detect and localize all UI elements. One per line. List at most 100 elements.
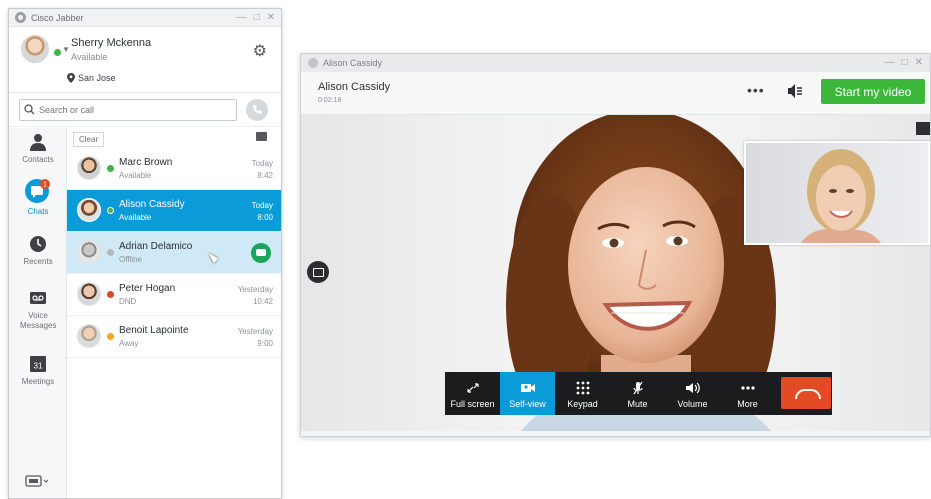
audio-device-icon[interactable] [787, 83, 803, 99]
location-label: San Jose [78, 73, 116, 83]
contact-status: DND [119, 297, 137, 306]
chats-badge: 1 [43, 182, 47, 189]
self-view-video[interactable] [744, 141, 930, 245]
chat-list: Clear Marc Brown Available Today 8:42 Ali… [67, 128, 281, 498]
call-window-title: Alison Cassidy [323, 58, 383, 68]
contact-timestamp: Yesterday 10:42 [237, 285, 273, 306]
title-bar: Cisco Jabber — □ ✕ [9, 9, 281, 27]
presence-dot [107, 333, 114, 340]
start-video-button[interactable]: Start my video [821, 79, 925, 104]
phone-icon [252, 105, 262, 114]
calendar-day: 31 [34, 362, 43, 371]
contact-timestamp: Yesterday 9:00 [237, 327, 273, 348]
app-title: Cisco Jabber [31, 12, 84, 23]
maximize-icon[interactable]: □ [254, 12, 260, 23]
full-screen-button[interactable]: Full screen [445, 372, 500, 415]
nav-recents[interactable]: Recents [9, 234, 67, 266]
more-icon [740, 386, 755, 390]
minimize-icon[interactable]: — [237, 12, 247, 23]
search-bar [9, 93, 281, 127]
contact-timestamp: Today 8:42 [251, 159, 273, 180]
nav-meetings[interactable]: 31 Meetings [9, 354, 67, 386]
volume-icon [685, 382, 700, 394]
contact-timestamp: Today 8:00 [251, 201, 273, 222]
search-box[interactable] [19, 98, 237, 121]
compose-icon[interactable] [256, 132, 267, 141]
list-item[interactable]: Marc Brown Available Today 8:42 [67, 148, 281, 190]
keypad-button[interactable]: Keypad [555, 372, 610, 415]
jabber-logo-icon [15, 12, 26, 23]
avatar [77, 282, 101, 306]
nav-chats[interactable]: 1 Chats [9, 178, 67, 216]
avatar [77, 324, 101, 348]
nav-voice-messages[interactable]: Voice Messages [9, 288, 67, 331]
list-item[interactable]: Alison Cassidy Available Today 8:00 [67, 190, 281, 232]
nav-recents-label: Recents [23, 257, 53, 266]
profile-location[interactable]: San Jose [67, 73, 116, 83]
navigation-rail: Contacts 1 Chats Recents Voice Messages [9, 128, 67, 498]
volume-button[interactable]: Volume [665, 372, 720, 415]
close-icon[interactable]: ✕ [267, 12, 275, 23]
mouse-cursor-icon [208, 250, 220, 264]
profile-status[interactable]: Available [71, 52, 107, 62]
chat-bubble-icon: 1 [25, 179, 50, 203]
expand-corner-icon[interactable] [916, 122, 930, 135]
self-view-picture [801, 149, 881, 243]
hide-self-view-icon[interactable] [307, 261, 329, 283]
maximize-icon[interactable]: □ [902, 58, 908, 68]
more-options-icon[interactable]: ••• [747, 82, 765, 98]
profile-name: Sherry Mckenna [71, 37, 152, 49]
phone-services-button[interactable] [25, 475, 49, 489]
presence-dot [107, 207, 114, 214]
list-item[interactable]: Peter Hogan DND Yesterday 10:42 [67, 274, 281, 316]
call-button[interactable] [246, 98, 268, 121]
more-button[interactable]: More [720, 372, 775, 415]
end-call-button[interactable] [781, 377, 831, 409]
presence-dot [107, 165, 114, 172]
contact-name: Peter Hogan [119, 283, 176, 294]
start-chat-button[interactable] [251, 243, 271, 263]
search-input[interactable] [39, 104, 229, 115]
self-view-icon [520, 384, 535, 392]
presence-dot [107, 249, 114, 256]
list-item[interactable]: Benoit Lapointe Away Yesterday 9:00 [67, 316, 281, 358]
jabber-main-window: Cisco Jabber — □ ✕ ▼ Sherry Mckenna Avai… [8, 8, 282, 499]
clear-button[interactable]: Clear [73, 132, 105, 147]
call-duration: 0:02:18 [318, 97, 342, 104]
voicemail-icon [30, 292, 46, 304]
profile-avatar[interactable] [21, 35, 49, 63]
gear-icon[interactable]: ⚙ [253, 41, 267, 61]
call-header: Alison Cassidy 0:02:18 ••• Start my vide… [301, 72, 930, 115]
call-title-bar: Alison Cassidy — □ ✕ [301, 54, 930, 72]
keypad-icon [576, 381, 589, 395]
call-controls-bar: Full screen Self-view Keypad Mute Volume… [445, 372, 832, 415]
person-icon [30, 134, 46, 151]
contact-status: Available [119, 171, 152, 180]
nav-voice-messages-label: Voice Messages [20, 311, 57, 330]
close-icon[interactable]: ✕ [915, 58, 923, 68]
jabber-logo-icon [308, 58, 318, 68]
presence-dot [107, 291, 114, 298]
nav-meetings-label: Meetings [21, 377, 55, 386]
expand-icon [466, 383, 479, 393]
contact-name: Marc Brown [119, 157, 173, 168]
minimize-icon[interactable]: — [885, 58, 895, 68]
contact-status: Away [119, 339, 139, 348]
nav-contacts[interactable]: Contacts [9, 132, 67, 164]
list-item[interactable]: Adrian Delamico Offline [67, 232, 281, 274]
contact-status: Available [119, 213, 152, 222]
contact-name: Adrian Delamico [119, 241, 193, 252]
location-pin-icon [67, 73, 75, 83]
avatar [77, 156, 101, 180]
caller-name: Alison Cassidy [318, 81, 391, 93]
contact-name: Benoit Lapointe [119, 325, 189, 336]
nav-contacts-label: Contacts [22, 155, 54, 164]
contact-status: Offline [119, 255, 142, 264]
nav-chats-label: Chats [27, 207, 49, 216]
call-window: Alison Cassidy — □ ✕ Alison Cassidy 0:02… [300, 53, 931, 437]
contact-name: Alison Cassidy [119, 199, 185, 210]
search-icon [24, 104, 35, 115]
chevron-down-icon[interactable]: ▼ [62, 45, 70, 54]
self-view-button[interactable]: Self-view [500, 372, 555, 415]
mute-button[interactable]: Mute [610, 372, 665, 415]
